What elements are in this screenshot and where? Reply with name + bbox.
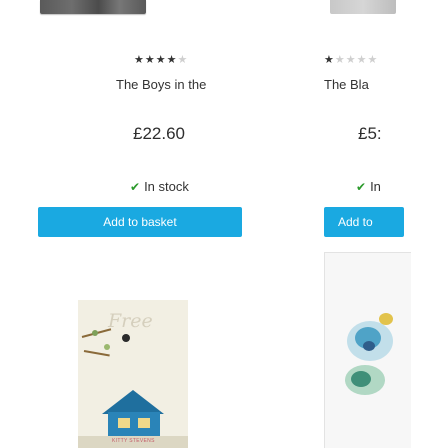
add-to-basket-button[interactable]: Add to basket xyxy=(38,207,242,237)
star-icon: ★ xyxy=(345,54,357,66)
paint-blob-shape xyxy=(351,371,371,387)
product-title-link[interactable]: The Boys in the xyxy=(116,77,206,92)
paint-blob-shape xyxy=(363,341,375,351)
house-roof-shape xyxy=(102,390,164,414)
book-cover-image[interactable]: Free KITTY STEVENS xyxy=(78,300,188,448)
add-to-basket-button[interactable]: Add to xyxy=(324,207,404,237)
stock-status: ✔ In xyxy=(356,179,381,194)
product-grid: ★★★★★ The Boys in the £22.60 ✔ In stock A… xyxy=(0,0,448,448)
book-cover-image[interactable] xyxy=(324,252,411,448)
star-icon: ★ xyxy=(155,54,167,66)
product-price: £22.60 xyxy=(133,124,185,143)
leaf-shape xyxy=(104,344,110,350)
stock-status: ✔ In stock xyxy=(130,179,189,194)
product-title-link[interactable]: The Bla xyxy=(324,77,369,92)
cover-title-text: Free xyxy=(108,310,153,332)
check-icon: ✔ xyxy=(356,180,367,194)
check-icon: ✔ xyxy=(130,180,141,194)
tree-branch-shape xyxy=(83,350,110,357)
stock-label: In xyxy=(370,179,381,194)
figure-shape xyxy=(122,334,130,342)
house-window-shape xyxy=(138,418,150,428)
house-window-shape xyxy=(118,418,130,428)
leaf-shape xyxy=(92,330,98,336)
star-rating: ★★★★★ xyxy=(324,55,378,66)
star-icon: ★ xyxy=(367,54,379,66)
star-icon: ★ xyxy=(177,54,189,66)
paint-blob-shape xyxy=(379,313,393,325)
star-icon: ★ xyxy=(356,54,368,66)
cover-author-text: KITTY STEVENS xyxy=(112,438,155,444)
book-cover-thumbnail[interactable] xyxy=(40,0,146,14)
book-cover-thumbnail[interactable] xyxy=(330,0,396,14)
star-icon: ★ xyxy=(166,54,178,66)
star-rating: ★★★★★ xyxy=(134,55,188,66)
star-icon: ★ xyxy=(144,54,156,66)
star-icon: ★ xyxy=(334,54,346,66)
star-icon: ★ xyxy=(324,54,335,66)
stock-label: In stock xyxy=(144,179,189,194)
star-icon: ★ xyxy=(134,54,145,66)
product-price: £5: xyxy=(358,124,382,143)
